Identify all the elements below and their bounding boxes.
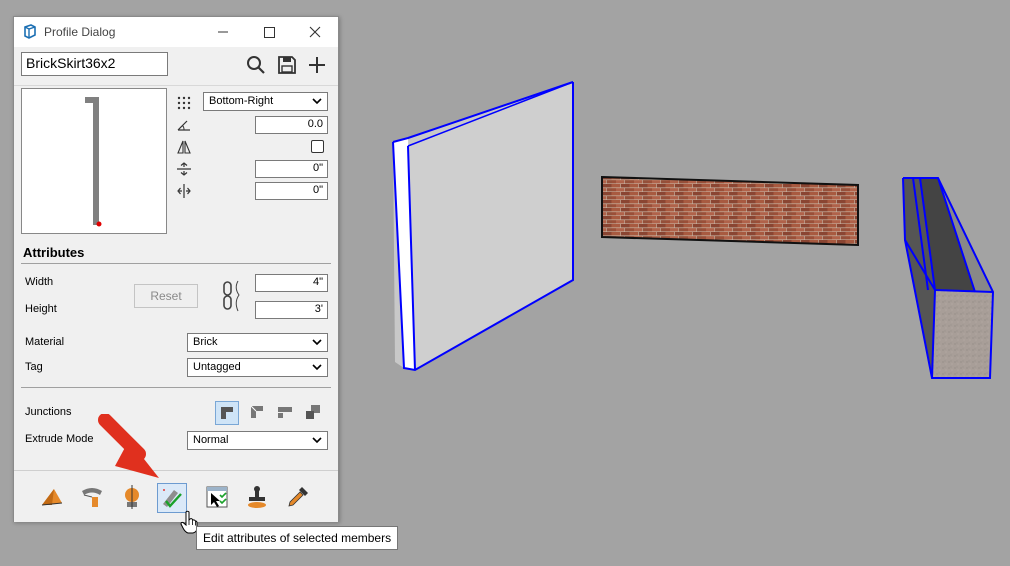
profile-toolbar: BrickSkirt36x2 bbox=[14, 47, 338, 86]
material-label: Material bbox=[25, 336, 65, 348]
anchor-point-marker bbox=[96, 221, 102, 227]
edit-attributes-icon bbox=[163, 489, 182, 508]
vertical-offset-icon bbox=[177, 184, 191, 198]
extrude-icon bbox=[41, 489, 63, 506]
horizontal-offset-icon bbox=[177, 162, 191, 176]
extrude-mode-select-value: Normal bbox=[193, 434, 229, 446]
dialog-title: Profile Dialog bbox=[44, 25, 116, 39]
junction-overlap-icon bbox=[306, 405, 320, 419]
rotation-angle-icon bbox=[177, 120, 190, 131]
title-bar[interactable]: Profile Dialog bbox=[14, 17, 338, 47]
profile-dialog: Profile Dialog BrickSkirt36x2 Bottom-Rig… bbox=[13, 16, 339, 522]
anchor-select-value: Bottom-Right bbox=[209, 95, 274, 107]
chevron-down-icon bbox=[312, 437, 322, 444]
profile-name-input[interactable]: BrickSkirt36x2 bbox=[21, 52, 168, 76]
brick-wall-object[interactable] bbox=[601, 175, 859, 247]
selected-brick-skirt[interactable] bbox=[902, 177, 995, 379]
junctions-label: Junctions bbox=[25, 406, 72, 418]
rotation-field[interactable]: 0.0 bbox=[255, 116, 328, 134]
junction-corner-icon bbox=[221, 407, 233, 419]
reset-button[interactable]: Reset bbox=[134, 284, 198, 308]
eyedropper-icon bbox=[288, 487, 308, 507]
close-button[interactable] bbox=[292, 17, 338, 47]
mirror-icon bbox=[177, 140, 191, 154]
y-offset-field[interactable]: 0" bbox=[255, 182, 328, 200]
mirror-checkbox[interactable] bbox=[311, 140, 324, 153]
extrude-mode-select[interactable]: Normal bbox=[187, 431, 328, 450]
height-label: Height bbox=[25, 303, 57, 315]
width-label: Width bbox=[25, 276, 54, 288]
add-icon[interactable] bbox=[306, 54, 328, 76]
stamp-tool-button[interactable] bbox=[243, 483, 273, 513]
attributes-heading: Attributes bbox=[23, 245, 85, 260]
junction-butt-icon bbox=[278, 407, 292, 418]
extrude-mode-label: Extrude Mode bbox=[25, 433, 94, 445]
material-select[interactable]: Brick bbox=[187, 333, 328, 352]
junction-butt-button[interactable] bbox=[274, 401, 298, 425]
revolve-icon bbox=[125, 485, 139, 509]
chevron-down-icon bbox=[312, 364, 322, 371]
junction-miter-icon bbox=[250, 405, 263, 418]
sketchup-logo-icon bbox=[24, 24, 36, 39]
chevron-down-icon bbox=[312, 339, 322, 346]
extrude-tool-button[interactable] bbox=[38, 483, 68, 513]
chevron-down-icon bbox=[312, 98, 322, 105]
anchor-grid-icon bbox=[177, 96, 191, 110]
save-icon[interactable] bbox=[276, 54, 298, 76]
red-annotation-arrow bbox=[98, 414, 159, 478]
link-dimensions-icon[interactable] bbox=[220, 279, 246, 313]
profile-shape-preview bbox=[85, 97, 102, 227]
maximize-icon bbox=[264, 27, 275, 38]
tools-toolbar bbox=[14, 470, 338, 522]
x-offset-field[interactable]: 0" bbox=[255, 160, 328, 178]
close-icon bbox=[309, 26, 321, 38]
select-members-button[interactable] bbox=[203, 483, 233, 513]
eyedropper-tool-button[interactable] bbox=[284, 483, 314, 513]
junction-overlap-button[interactable] bbox=[302, 401, 326, 425]
height-field[interactable]: 3' bbox=[255, 301, 328, 319]
junction-corner-button[interactable] bbox=[215, 401, 239, 425]
minimize-button[interactable] bbox=[200, 17, 246, 47]
minimize-icon bbox=[218, 31, 228, 33]
follow-path-tool-button[interactable] bbox=[78, 483, 108, 513]
selected-wall-panel[interactable] bbox=[392, 81, 574, 372]
tag-select[interactable]: Untagged bbox=[187, 358, 328, 377]
edit-attributes-button[interactable] bbox=[157, 483, 187, 513]
select-members-icon bbox=[206, 486, 228, 508]
maximize-button[interactable] bbox=[246, 17, 292, 47]
tag-select-value: Untagged bbox=[193, 361, 241, 373]
width-field[interactable]: 4" bbox=[255, 274, 328, 292]
search-icon[interactable] bbox=[245, 54, 267, 76]
junctions-divider bbox=[21, 387, 331, 388]
attributes-divider bbox=[21, 263, 331, 264]
junction-miter-button[interactable] bbox=[246, 401, 270, 425]
tooltip: Edit attributes of selected members bbox=[196, 526, 399, 550]
tag-label: Tag bbox=[25, 361, 43, 373]
material-select-value: Brick bbox=[193, 336, 218, 348]
revolve-tool-button[interactable] bbox=[118, 483, 148, 513]
follow-path-icon bbox=[82, 488, 102, 507]
stamp-icon bbox=[248, 486, 266, 508]
profile-preview bbox=[21, 88, 167, 234]
anchor-select[interactable]: Bottom-Right bbox=[203, 92, 328, 111]
